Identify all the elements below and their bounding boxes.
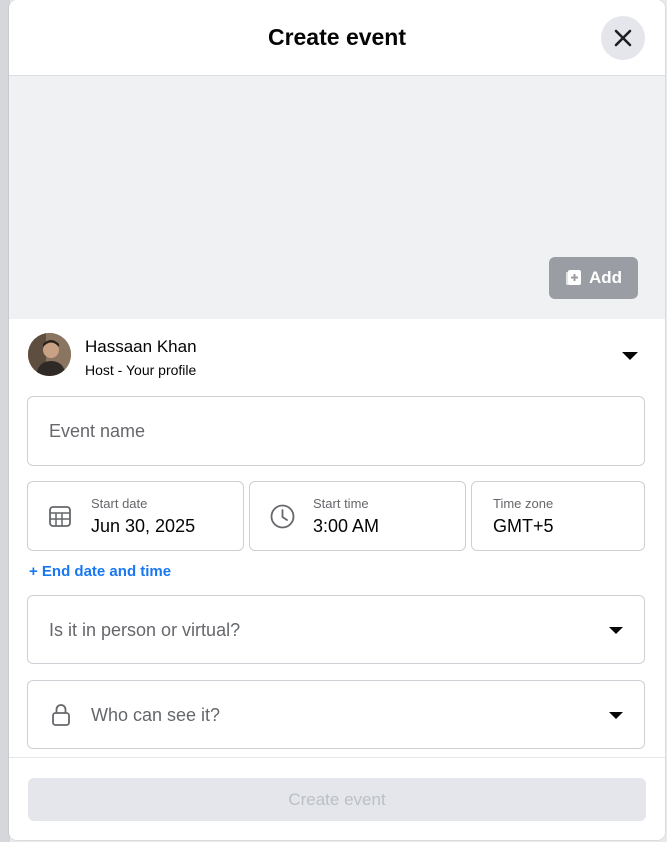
close-icon (614, 29, 632, 47)
add-cover-label: Add (588, 268, 623, 287)
lock-icon (52, 704, 70, 726)
calendar-icon (49, 506, 71, 527)
start-time-field[interactable]: Start time 3:00 AM (249, 481, 466, 551)
host-name: Hassaan Khan (85, 337, 197, 356)
chevron-down-icon (609, 712, 623, 719)
add-cover-button[interactable]: Add (549, 257, 638, 299)
time-zone-value: GMT+5 (493, 516, 554, 536)
privacy-placeholder: Who can see it? (91, 705, 221, 725)
chevron-down-icon[interactable] (621, 351, 639, 361)
event-name-placeholder: Event name (49, 421, 146, 441)
privacy-select[interactable]: Who can see it? (27, 680, 645, 749)
start-time-label: Start time (313, 496, 369, 511)
close-button[interactable] (601, 16, 645, 60)
create-event-dialog: Create event Add Hassaan Khan Host - You… (9, 0, 665, 840)
location-type-select[interactable]: Is it in person or virtual? (27, 595, 645, 664)
avatar (28, 333, 71, 376)
start-time-value: 3:00 AM (313, 516, 380, 536)
start-date-field[interactable]: Start date Jun 30, 2025 (27, 481, 244, 551)
dialog-title: Create event (267, 24, 407, 50)
start-date-value: Jun 30, 2025 (91, 516, 196, 536)
start-date-label: Start date (91, 496, 148, 511)
chevron-down-icon (609, 627, 623, 634)
host-selector[interactable]: Hassaan Khan Host - Your profile (9, 319, 665, 391)
clock-icon (270, 504, 295, 529)
time-zone-label: Time zone (493, 496, 554, 511)
add-photo-icon (565, 270, 581, 285)
dialog-footer: Create event (9, 757, 665, 840)
cover-photo-area: Add (9, 76, 665, 319)
dialog-header: Create event (9, 0, 665, 76)
time-zone-field[interactable]: Time zone GMT+5 (471, 481, 645, 551)
create-event-button[interactable]: Create event (28, 778, 646, 821)
end-date-time-link[interactable]: + End date and time (29, 563, 171, 580)
host-subtitle: Host - Your profile (85, 362, 197, 378)
location-type-placeholder: Is it in person or virtual? (49, 620, 241, 640)
event-name-field[interactable]: Event name (27, 396, 645, 466)
